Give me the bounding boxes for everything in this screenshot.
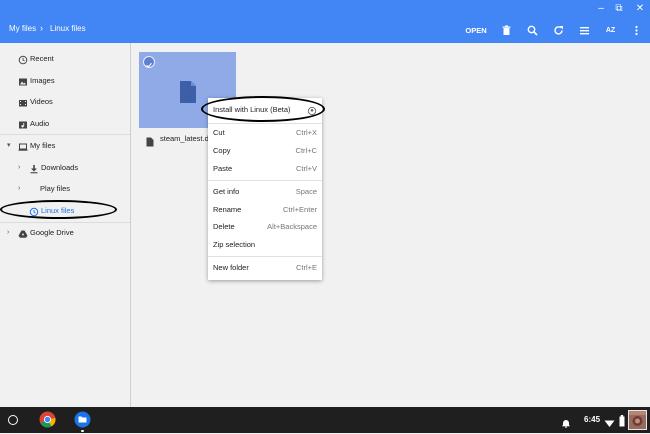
title-bar: – ⧉ ✕ bbox=[0, 0, 650, 18]
menu-item-label: Zip selection bbox=[213, 240, 256, 249]
file-name[interactable]: steam_latest.de bbox=[160, 134, 213, 143]
menu-separator bbox=[208, 256, 322, 257]
menu-item-label: Cut bbox=[213, 128, 225, 137]
sidebar-item-label: My files bbox=[30, 141, 56, 150]
breadcrumb-my-files[interactable]: My files bbox=[9, 24, 36, 33]
menu-item-install-with-linux[interactable]: Install with Linux (Beta) bbox=[208, 101, 322, 119]
breadcrumb-linux-files[interactable]: Linux files bbox=[50, 24, 86, 33]
linux-penguin-icon bbox=[307, 105, 317, 123]
menu-item-paste[interactable]: Paste Ctrl+V bbox=[208, 160, 322, 178]
open-button[interactable]: OPEN bbox=[460, 22, 492, 39]
menu-item-zip-selection[interactable]: Zip selection bbox=[208, 236, 322, 254]
menu-item-label: Paste bbox=[213, 164, 233, 173]
menu-item-cut[interactable]: Cut Ctrl+X bbox=[208, 124, 322, 142]
menu-item-label: Install with Linux (Beta) bbox=[213, 105, 291, 114]
expand-arrow-icon[interactable]: ▾ bbox=[7, 137, 11, 155]
video-icon bbox=[18, 97, 28, 107]
linux-icon bbox=[29, 206, 39, 217]
sidebar-item-label: Audio bbox=[30, 119, 50, 128]
download-icon bbox=[29, 163, 39, 174]
menu-item-label: Copy bbox=[213, 146, 231, 155]
sidebar-item-label: Videos bbox=[30, 97, 53, 106]
chrome-icon[interactable] bbox=[39, 411, 56, 433]
menu-item-shortcut: Ctrl+V bbox=[295, 164, 317, 173]
menu-item-label: Get info bbox=[213, 187, 240, 196]
menu-item-new-folder[interactable]: New folder Ctrl+E bbox=[208, 259, 322, 277]
close-button[interactable]: ✕ bbox=[632, 1, 648, 17]
sidebar-item-label: Google Drive bbox=[30, 228, 74, 237]
selected-check-icon[interactable] bbox=[143, 56, 155, 68]
sidebar-item-label: Downloads bbox=[41, 163, 79, 172]
menu-item-get-info[interactable]: Get info Space bbox=[208, 183, 322, 201]
sidebar-item-label: Linux files bbox=[41, 206, 75, 215]
menu-item-copy[interactable]: Copy Ctrl+C bbox=[208, 142, 322, 160]
breadcrumb-separator: › bbox=[40, 23, 43, 33]
menu-item-shortcut: Ctrl+C bbox=[295, 146, 317, 155]
menu-separator bbox=[208, 180, 322, 181]
menu-item-shortcut: Ctrl+X bbox=[295, 128, 317, 137]
sidebar-divider bbox=[0, 134, 130, 135]
menu-item-shortcut: Ctrl+E bbox=[295, 263, 317, 272]
active-app-dot bbox=[81, 430, 84, 432]
list-view-icon[interactable] bbox=[576, 22, 593, 39]
menu-item-shortcut: Alt+Backspace bbox=[267, 222, 317, 231]
menu-item-shortcut: Space bbox=[295, 187, 317, 196]
file-list-icon bbox=[146, 134, 154, 152]
menu-item-label: Delete bbox=[213, 222, 235, 231]
expand-arrow-icon[interactable]: › bbox=[18, 180, 20, 198]
maximize-button[interactable]: ⧉ bbox=[611, 1, 627, 17]
menu-item-label: Rename bbox=[213, 205, 242, 214]
sidebar-item-label: Images bbox=[30, 76, 55, 85]
wifi-icon[interactable] bbox=[604, 415, 615, 433]
context-menu: Install with Linux (Beta) Cut Ctrl+X Cop… bbox=[208, 98, 322, 280]
user-avatar[interactable] bbox=[628, 410, 647, 430]
files-app-window: – ⧉ ✕ My files › Linux files OPEN AZ Rec bbox=[0, 0, 650, 407]
shelf: 6:45 bbox=[0, 407, 650, 433]
drive-icon bbox=[18, 228, 28, 238]
launcher-icon[interactable] bbox=[8, 415, 18, 425]
file-icon bbox=[178, 80, 198, 109]
clock-icon bbox=[18, 54, 28, 65]
more-vert-icon[interactable] bbox=[628, 22, 645, 39]
sidebar-item-label: Play files bbox=[40, 184, 71, 193]
laptop-icon bbox=[18, 141, 28, 151]
toolbar: My files › Linux files OPEN AZ bbox=[0, 18, 650, 43]
delete-icon[interactable] bbox=[498, 22, 515, 39]
menu-item-rename[interactable]: Rename Ctrl+Enter bbox=[208, 201, 322, 219]
minimize-button[interactable]: – bbox=[593, 1, 609, 17]
audio-icon bbox=[18, 119, 28, 129]
clock-time[interactable]: 6:45 bbox=[584, 415, 600, 424]
expand-arrow-icon[interactable]: › bbox=[7, 224, 9, 242]
menu-item-label: New folder bbox=[213, 263, 249, 272]
sidebar-item-label: Recent bbox=[30, 54, 54, 63]
sidebar-divider bbox=[0, 222, 130, 223]
sort-az-icon[interactable]: AZ bbox=[602, 22, 619, 39]
menu-item-shortcut: Ctrl+Enter bbox=[283, 205, 317, 214]
menu-item-delete[interactable]: Delete Alt+Backspace bbox=[208, 218, 322, 236]
battery-icon[interactable] bbox=[619, 414, 625, 432]
notification-bell-icon[interactable] bbox=[561, 415, 571, 433]
expand-arrow-icon[interactable]: › bbox=[18, 159, 20, 177]
sort-az-label: AZ bbox=[605, 27, 616, 34]
refresh-icon[interactable] bbox=[550, 22, 567, 39]
image-icon bbox=[18, 76, 28, 86]
search-icon[interactable] bbox=[524, 22, 541, 39]
